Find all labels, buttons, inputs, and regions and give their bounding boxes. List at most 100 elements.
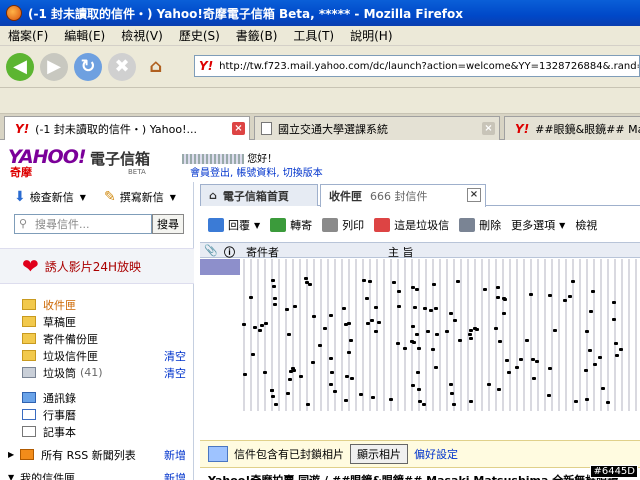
search-button[interactable]: 搜尋 xyxy=(152,214,184,234)
menu-edit[interactable]: 編輯(E) xyxy=(56,27,113,44)
trash-count: (41) xyxy=(80,366,103,379)
blocked-images-bar: 信件包含有已封鎖相片 顯示相片 偏好設定 xyxy=(200,440,640,468)
menu-bookmarks[interactable]: 書籤(B) xyxy=(228,27,286,44)
noise-dot xyxy=(410,340,414,343)
folder-drafts[interactable]: 草稿匣 xyxy=(0,313,194,330)
home-icon: ⌂ xyxy=(209,189,217,202)
rss-feeds[interactable]: ▶ 所有 RSS 新聞列表 新增 xyxy=(0,446,194,463)
menu-file[interactable]: 檔案(F) xyxy=(0,27,56,44)
noise-dot xyxy=(473,327,477,330)
menu-view[interactable]: 檢視(V) xyxy=(113,27,171,44)
noise-dot xyxy=(242,323,246,326)
noise-dot xyxy=(263,371,267,374)
message-list[interactable] xyxy=(200,259,640,411)
watermark: #6445D xyxy=(590,465,638,478)
tool-contacts[interactable]: 通訊錄 xyxy=(0,389,194,406)
empty-trash-link[interactable]: 清空 xyxy=(164,365,186,381)
flag-icon[interactable]: ⓘ xyxy=(224,244,235,260)
search-input[interactable]: ⚲ 搜尋信件... xyxy=(14,214,152,234)
noise-dot xyxy=(397,305,401,308)
folder-inbox[interactable]: 收件匣 xyxy=(0,296,194,313)
folder-spam[interactable]: 垃圾信件匣 清空 xyxy=(0,347,194,364)
promo-banner[interactable]: ❤ 誘人影片24H放映 xyxy=(0,248,194,284)
noise-dot xyxy=(345,375,349,378)
close-tab-icon[interactable]: × xyxy=(482,122,495,135)
spam-button[interactable]: 這是垃圾信 xyxy=(374,217,449,233)
add-folder-link[interactable]: 新增 xyxy=(164,470,186,480)
print-button[interactable]: 列印 xyxy=(322,217,364,233)
noise-dot xyxy=(417,388,421,391)
picture-icon xyxy=(208,446,228,462)
show-photos-button[interactable]: 顯示相片 xyxy=(350,444,408,464)
account-links[interactable]: 會員登出, 帳號資料, 切換版本 xyxy=(190,164,323,179)
check-mail-button[interactable]: ⬇ 檢查新信 ▼ xyxy=(14,186,86,208)
noise-dot xyxy=(553,329,557,332)
noise-dot xyxy=(548,294,552,297)
chevron-down-icon[interactable]: ▼ xyxy=(80,193,86,202)
noise-dot xyxy=(368,280,372,283)
attachment-icon[interactable]: 📎 xyxy=(204,244,218,257)
noise-dot xyxy=(497,388,501,391)
noise-dot xyxy=(456,280,460,283)
window-titlebar: (-1 封未讀取的信件・) Yahoo!奇摩電子信箱 Beta, ***** -… xyxy=(0,0,640,26)
url-bar[interactable]: Y! http://tw.f723.mail.yahoo.com/dc/laun… xyxy=(194,55,640,77)
more-options-button[interactable]: 更多選項 ▼ xyxy=(511,217,565,233)
greeting: 您好！ xyxy=(182,150,277,165)
noise-dot xyxy=(502,312,506,315)
reply-button[interactable]: 回覆 ▼ xyxy=(208,217,260,233)
empty-spam-link[interactable]: 清空 xyxy=(164,348,186,364)
tab-glasses[interactable]: Y! ##眼鏡&眼鏡## Masa xyxy=(504,116,640,140)
compose-button[interactable]: ✎ 撰寫新信 ▼ xyxy=(104,186,176,208)
selected-row[interactable] xyxy=(200,259,240,275)
noise-dot xyxy=(347,322,351,325)
menu-history[interactable]: 歷史(S) xyxy=(171,27,228,44)
close-tab-icon[interactable]: × xyxy=(467,188,481,202)
noise-dot xyxy=(432,283,436,286)
col-sender[interactable]: 寄件者 xyxy=(246,244,279,260)
menu-help[interactable]: 說明(H) xyxy=(342,27,400,44)
noise-dot xyxy=(349,339,353,342)
home-icon[interactable]: ⌂ xyxy=(142,53,170,81)
noise-dot xyxy=(243,373,247,376)
stop-icon[interactable]: ✖ xyxy=(108,52,136,81)
forward-arrow-icon[interactable]: ▶ xyxy=(40,52,68,81)
tab-nctu[interactable]: 國立交通大學選課系統 × xyxy=(254,116,500,140)
noise-dot xyxy=(507,371,511,374)
noise-dot xyxy=(415,333,419,336)
noise-dot xyxy=(291,367,295,370)
noise-dot xyxy=(271,395,275,398)
my-folders[interactable]: ▼ 我的信件匣 新增 xyxy=(0,469,194,480)
menu-tools[interactable]: 工具(T) xyxy=(285,27,342,44)
back-arrow-icon[interactable]: ◀ xyxy=(6,52,34,81)
reload-icon[interactable]: ↻ xyxy=(74,52,102,81)
col-subject[interactable]: 主 旨 xyxy=(388,244,414,260)
folder-trash[interactable]: 垃圾筒 (41) 清空 xyxy=(0,364,194,381)
add-rss-link[interactable]: 新增 xyxy=(164,447,186,463)
folder-icon xyxy=(22,316,36,327)
tab-yahoo-mail[interactable]: Y! (-1 封未讀取的信件・) Yahoo!... × xyxy=(4,116,250,141)
chevron-down-icon[interactable]: ▼ xyxy=(170,193,176,202)
message-preview-title: Yahoo!奇摩拍賣 同遊 / ##眼鏡&眼鏡## Masaki Matsush… xyxy=(208,472,640,480)
noise-dot xyxy=(397,290,401,293)
noise-dot xyxy=(274,403,278,406)
forward-icon xyxy=(270,218,287,232)
view-button[interactable]: 檢視 xyxy=(575,217,597,233)
noise-dot xyxy=(371,396,375,399)
noise-dot xyxy=(503,298,507,301)
noise-dot xyxy=(304,277,308,280)
collapse-arrow-icon[interactable]: ▼ xyxy=(8,473,14,480)
tab-mail-home[interactable]: ⌂ 電子信箱首頁 xyxy=(200,184,318,206)
delete-button[interactable]: 刪除 xyxy=(459,217,501,233)
close-tab-icon[interactable]: × xyxy=(232,122,245,135)
expand-arrow-icon[interactable]: ▶ xyxy=(8,450,14,459)
forward-button[interactable]: 轉寄 xyxy=(270,217,312,233)
tool-notepad[interactable]: 記事本 xyxy=(0,423,194,440)
noise-dot xyxy=(347,351,351,354)
tab-inbox[interactable]: 收件匣 666 封信件 × xyxy=(320,184,486,207)
preferences-link[interactable]: 偏好設定 xyxy=(414,446,458,462)
tool-calendar[interactable]: 行事曆 xyxy=(0,406,194,423)
noise-dot xyxy=(299,375,303,378)
folder-sent[interactable]: 寄件備份匣 xyxy=(0,330,194,347)
noise-dot xyxy=(329,357,333,360)
noise-dot xyxy=(532,377,536,380)
